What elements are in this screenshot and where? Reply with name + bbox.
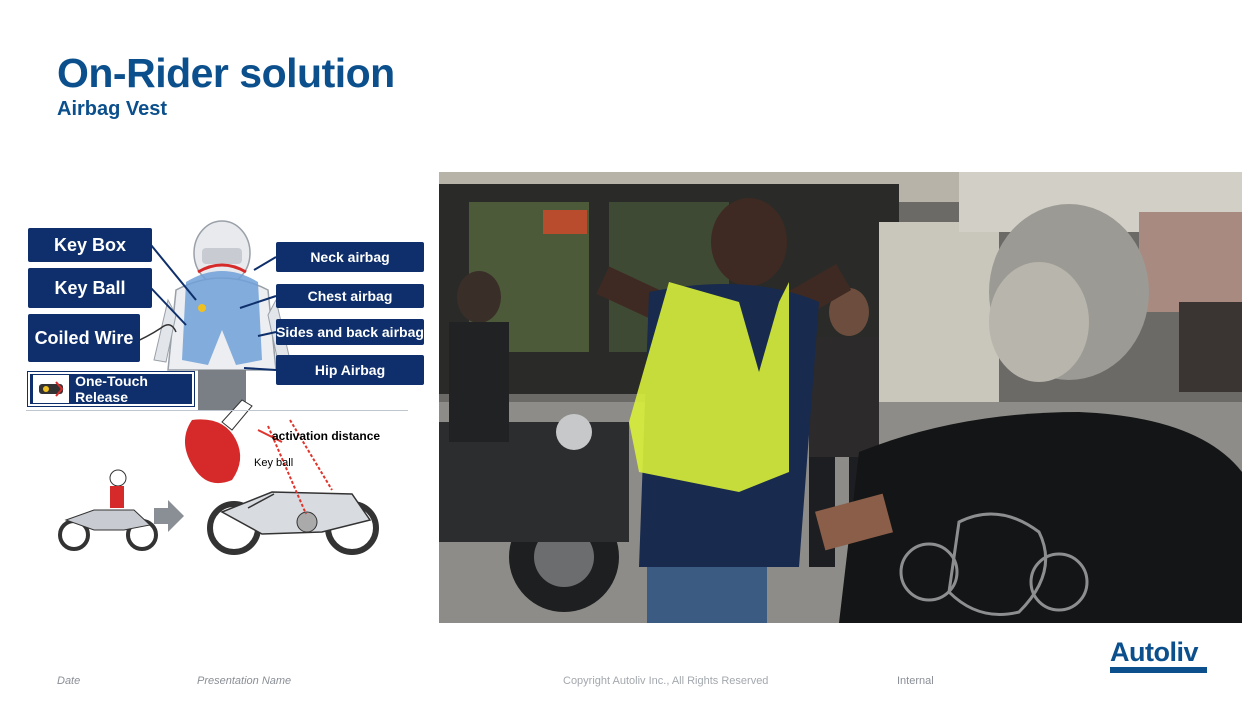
- hip-airbag-label: Hip Airbag: [276, 355, 424, 385]
- footer-classification: Internal: [897, 675, 934, 687]
- activation-distance-label: activation distance: [272, 429, 381, 443]
- footer-date: Date: [57, 675, 81, 687]
- video-frame: [439, 172, 1242, 623]
- chest-airbag-label: Chest airbag: [276, 284, 424, 308]
- logo-wordmark: Autoliv: [1110, 637, 1199, 667]
- one-touch-release-label: One-Touch Release: [75, 373, 148, 405]
- airbag-vest-diagram: Key Box Key Ball Coiled Wire Neck airbag…: [26, 220, 436, 565]
- one-touch-release-badge: One-Touch Release: [27, 371, 195, 407]
- footer-copyright: Copyright Autoliv Inc., All Rights Reser…: [563, 675, 769, 687]
- autoliv-logo: Autoliv: [1110, 638, 1208, 674]
- coiled-wire-label: Coiled Wire: [28, 314, 140, 362]
- slide-title: On-Rider solution: [57, 50, 395, 96]
- logo-underline: [1110, 667, 1207, 673]
- footer-presentation-name: Presentation Name: [197, 675, 292, 687]
- demo-video[interactable]: [439, 172, 1242, 623]
- key-ball-annotation: Key ball: [254, 457, 294, 469]
- neck-airbag-label: Neck airbag: [276, 242, 424, 272]
- sides-back-airbag-label: Sides and back airbag: [276, 319, 424, 345]
- key-box-label: Key Box: [28, 228, 152, 262]
- slide-subtitle: Airbag Vest: [57, 98, 168, 120]
- release-buckle-icon: [33, 375, 70, 403]
- key-ball-label: Key Ball: [28, 268, 152, 308]
- diagram-divider: [26, 410, 408, 411]
